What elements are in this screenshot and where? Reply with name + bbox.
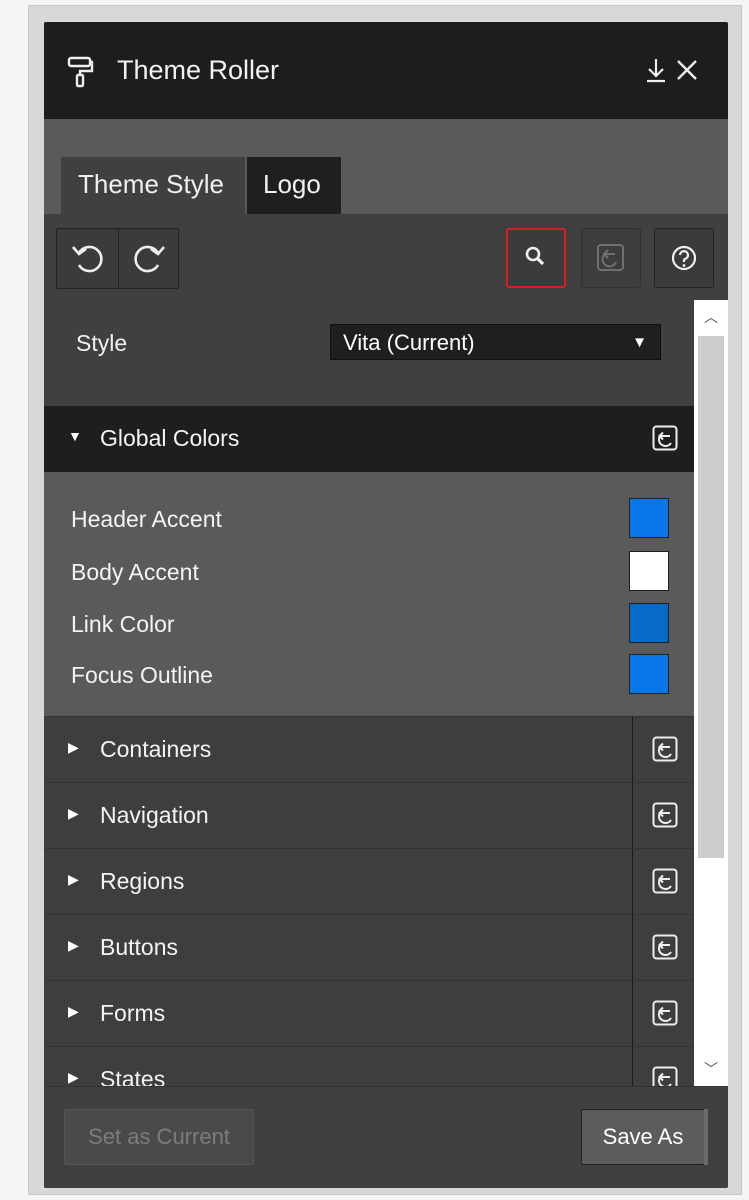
settings-content: Style Vita (Current) ▼ ▼ Global Colors H… <box>44 300 694 1086</box>
color-swatch[interactable] <box>629 654 669 694</box>
tab-theme-style[interactable]: Theme Style <box>61 157 245 214</box>
save-as-button-edge <box>704 1109 708 1165</box>
caret-right-icon: ▶ <box>68 871 79 887</box>
reset-icon <box>652 1066 678 1086</box>
caret-right-icon: ▶ <box>68 1069 79 1085</box>
section-navigation[interactable]: ▶ Navigation <box>44 782 694 849</box>
save-as-button[interactable]: Save As <box>581 1109 705 1165</box>
reset-icon <box>597 244 624 271</box>
color-row-body-accent: Body Accent <box>44 547 694 599</box>
section-states[interactable]: ▶ States <box>44 1046 694 1086</box>
reset-icon <box>652 736 678 762</box>
undo-button[interactable] <box>57 229 118 288</box>
dock-down-icon[interactable] <box>643 56 669 84</box>
section-label: States <box>100 1066 166 1086</box>
help-icon <box>671 245 697 271</box>
section-label: Regions <box>100 868 185 894</box>
reset-section-button[interactable] <box>632 783 694 849</box>
caret-right-icon: ▶ <box>68 805 79 821</box>
style-select-value: Vita (Current) <box>343 330 475 355</box>
undo-redo-group <box>56 228 179 289</box>
undo-icon <box>72 245 103 273</box>
reset-section-button[interactable] <box>632 1047 694 1086</box>
redo-icon <box>134 245 165 273</box>
close-icon[interactable] <box>674 56 700 84</box>
reset-icon <box>652 802 678 828</box>
reset-icon <box>652 1000 678 1026</box>
section-label: Forms <box>100 1000 166 1026</box>
color-swatch[interactable] <box>629 551 669 591</box>
search-button[interactable] <box>506 228 566 288</box>
style-label: Style <box>76 330 128 356</box>
section-containers[interactable]: ▶ Containers <box>44 716 694 783</box>
help-button[interactable] <box>654 228 714 288</box>
tab-bar: Theme Style Logo <box>44 119 728 214</box>
global-colors-panel: Header Accent Body Accent Link Color Foc… <box>44 472 694 716</box>
caret-right-icon: ▶ <box>68 1003 79 1019</box>
color-label: Body Accent <box>71 559 199 585</box>
reset-section-button[interactable] <box>632 406 694 472</box>
scroll-down-icon[interactable]: ﹀ <box>698 1056 724 1082</box>
section-label: Navigation <box>100 802 209 828</box>
section-label: Buttons <box>100 934 178 960</box>
footer: Set as Current Save As <box>44 1086 728 1188</box>
section-buttons[interactable]: ▶ Buttons <box>44 914 694 981</box>
style-select[interactable]: Vita (Current) ▼ <box>330 324 661 360</box>
section-label: Containers <box>100 736 212 762</box>
reset-icon <box>652 425 678 451</box>
reset-all-button[interactable] <box>581 228 641 288</box>
search-icon <box>525 246 545 266</box>
scroll-up-icon[interactable]: ︿ <box>698 304 724 330</box>
scroll-thumb[interactable] <box>698 336 724 858</box>
color-label: Link Color <box>71 611 175 637</box>
reset-section-button[interactable] <box>632 915 694 981</box>
reset-section-button[interactable] <box>632 849 694 915</box>
paint-roller-icon <box>67 56 94 88</box>
caret-right-icon: ▶ <box>68 739 79 755</box>
reset-icon <box>652 868 678 894</box>
color-row-header-accent: Header Accent <box>44 494 694 546</box>
redo-button[interactable] <box>119 229 180 288</box>
color-row-link-color: Link Color <box>44 599 694 651</box>
chevron-down-icon: ▼ <box>632 334 647 351</box>
toolbar <box>44 214 728 300</box>
section-regions[interactable]: ▶ Regions <box>44 848 694 915</box>
theme-roller-panel: Theme Roller Theme Style Logo Style Vita… <box>44 22 728 1188</box>
style-row: Style Vita (Current) ▼ <box>44 300 694 382</box>
tab-logo[interactable]: Logo <box>247 157 341 214</box>
tab-theme-style-label: Theme Style <box>78 169 224 199</box>
color-swatch[interactable] <box>629 603 669 643</box>
set-as-current-button[interactable]: Set as Current <box>64 1109 254 1165</box>
color-label: Header Accent <box>71 506 222 532</box>
vertical-scrollbar[interactable]: ︿ ﹀ <box>694 300 728 1086</box>
title-bar[interactable]: Theme Roller <box>44 22 728 119</box>
section-global-colors[interactable]: ▼ Global Colors <box>44 406 694 472</box>
section-forms[interactable]: ▶ Forms <box>44 980 694 1047</box>
caret-right-icon: ▶ <box>68 937 79 953</box>
section-label: Global Colors <box>100 425 240 451</box>
color-row-focus-outline: Focus Outline <box>44 650 694 702</box>
window-title: Theme Roller <box>117 55 280 85</box>
caret-down-icon: ▼ <box>68 428 82 444</box>
color-swatch[interactable] <box>629 498 669 538</box>
reset-section-button[interactable] <box>632 981 694 1047</box>
reset-icon <box>652 934 678 960</box>
color-label: Focus Outline <box>71 662 213 688</box>
reset-section-button[interactable] <box>632 717 694 783</box>
tab-logo-label: Logo <box>263 169 321 199</box>
